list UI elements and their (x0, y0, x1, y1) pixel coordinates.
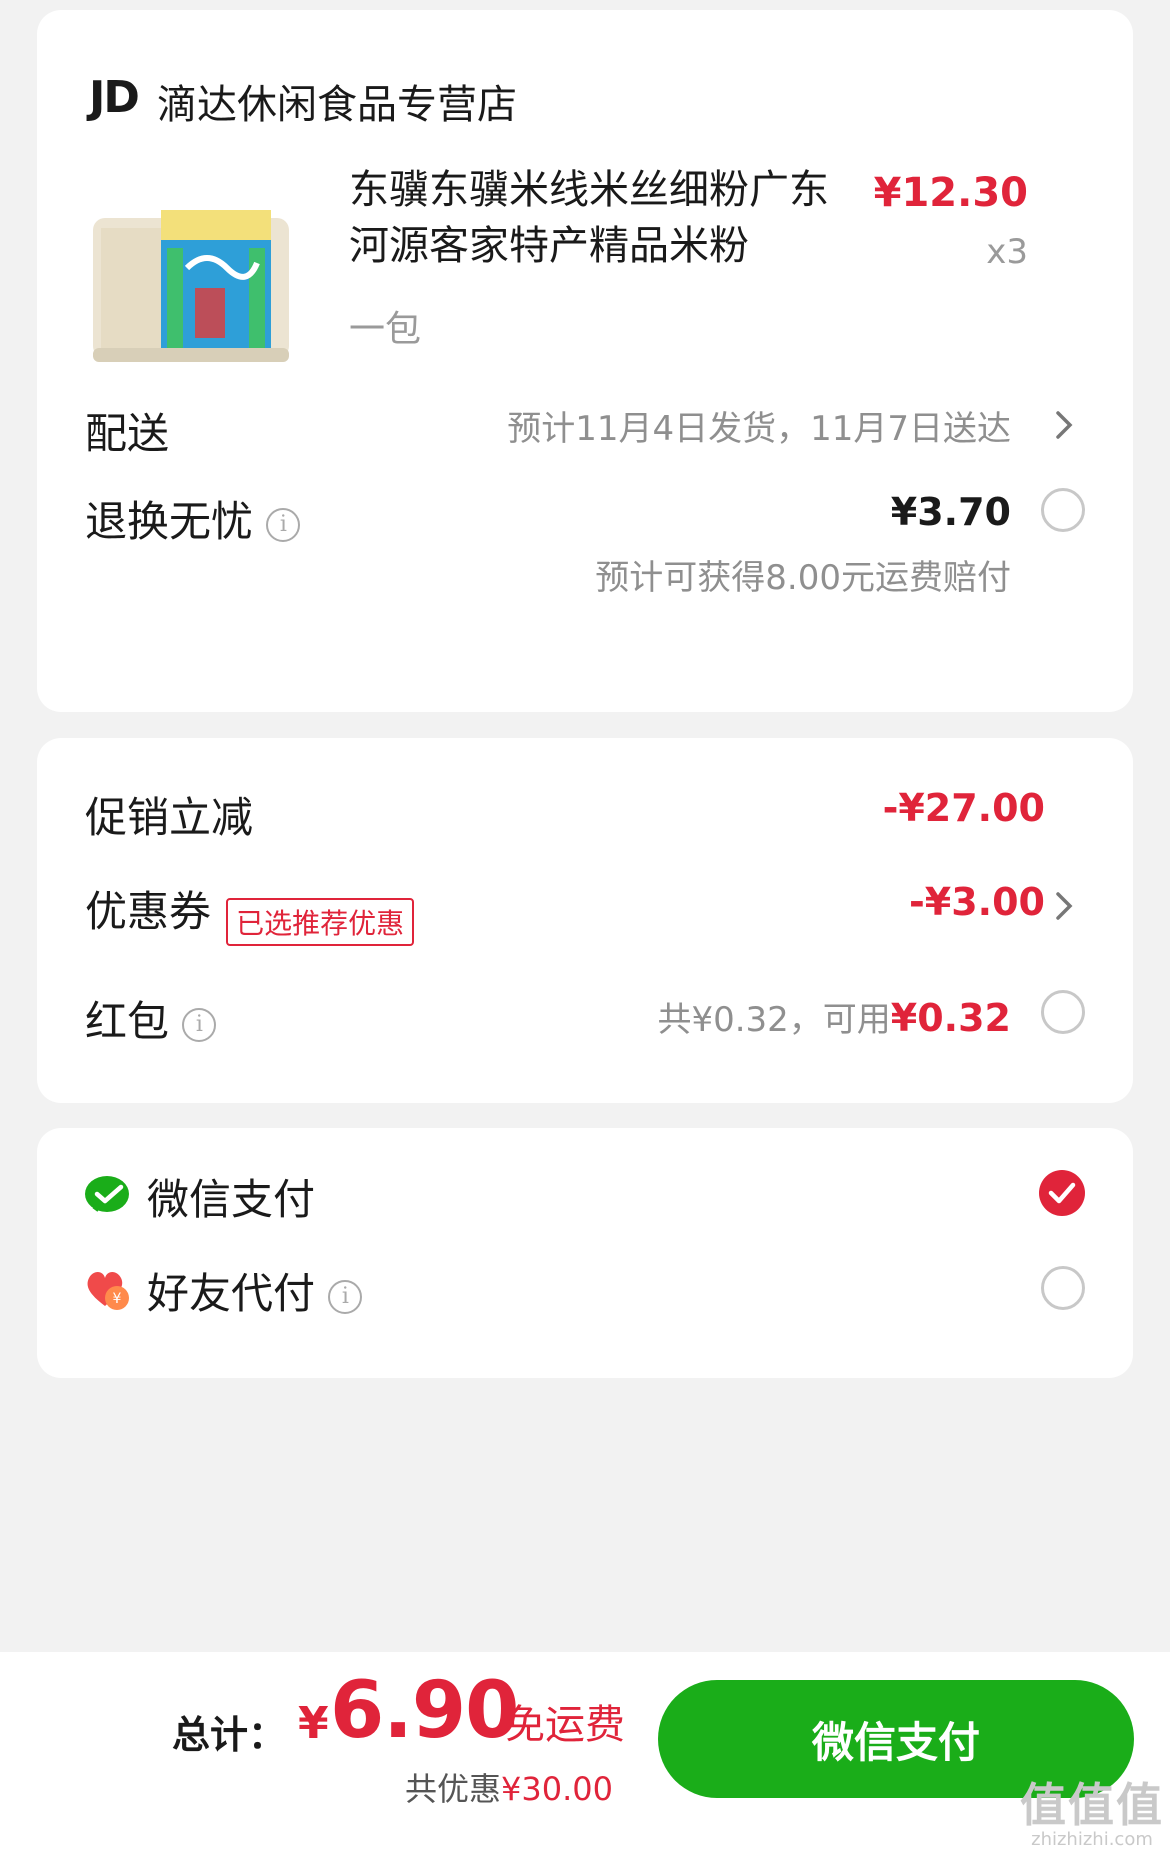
return-service-price: ¥3.70 (890, 490, 1011, 534)
red-packet-radio[interactable] (1041, 990, 1085, 1034)
product-image[interactable] (87, 188, 297, 388)
payment-method-card: 微信支付 ¥ 好友代付 i (37, 1128, 1133, 1378)
red-packet-total: 共¥0.32，可用 (657, 1000, 891, 1040)
friend-pay-label-group: 好友代付 i (147, 1260, 363, 1321)
red-packet-label: 红包 (85, 997, 170, 1046)
payment-option-label: 好友代付 (147, 1269, 316, 1318)
store-name[interactable]: 滴达休闲食品专营店 (157, 72, 517, 130)
discount-card: 促销立减 -¥27.00 优惠券 已选推荐优惠 -¥3.00 红包 i 共¥0.… (37, 738, 1133, 1103)
delivery-label: 配送 (85, 409, 170, 458)
return-service-label: 退换无忧 (85, 497, 254, 546)
jd-logo: JD (89, 72, 140, 123)
delivery-estimate: 预计11月4日发货，11月7日送达 (507, 409, 1011, 449)
return-service-note: 预计可获得8.00元运费赔付 (595, 558, 1011, 598)
product-spec: 一包 (349, 309, 422, 350)
total-amount: 6.90 (330, 1666, 519, 1756)
checkout-bar: 总计： ¥ 6.90 免运费 共优惠¥30.00 微信支付 值值值 zhizhi… (0, 1652, 1170, 1854)
order-card: JD 滴达休闲食品专营店 东骥东骥米线米丝细粉广东河源客家特产精品米粉 一包 ¥… (37, 10, 1133, 712)
savings-prefix: 共优惠 (405, 1770, 502, 1808)
watermark-logo: 值值值 (1020, 1778, 1164, 1832)
chevron-right-icon (1056, 892, 1073, 920)
watermark: 值值值 zhizhizhi.com (1020, 1781, 1164, 1850)
coupon-label: 优惠券 (85, 887, 212, 936)
payment-option-wechat[interactable]: 微信支付 (85, 1164, 1085, 1234)
promotion-row: 促销立减 -¥27.00 (85, 784, 1085, 844)
total-currency: ¥ (298, 1698, 329, 1749)
product-title[interactable]: 东骥东骥米线米丝细粉广东河源客家特产精品米粉 (349, 162, 849, 274)
return-service-label-group: 退换无忧 i (85, 488, 301, 549)
return-service-radio[interactable] (1041, 488, 1085, 532)
info-icon[interactable]: i (266, 507, 301, 542)
friend-pay-heart-icon: ¥ (87, 1272, 129, 1310)
chevron-right-icon (1056, 411, 1073, 439)
watermark-url: zhizhizhi.com (1031, 1829, 1153, 1850)
info-icon[interactable]: i (182, 1007, 217, 1042)
free-shipping-label: 免运费 (505, 1702, 625, 1748)
selected-check-icon[interactable] (1039, 1170, 1085, 1216)
savings-amount: ¥30.00 (501, 1770, 613, 1808)
wechat-pay-icon (85, 1176, 129, 1212)
total-label: 总计： (172, 1713, 287, 1757)
coupon-value: -¥3.00 (909, 880, 1045, 924)
red-packet-available: ¥0.32 (890, 996, 1011, 1040)
info-icon[interactable]: i (328, 1279, 363, 1314)
red-packet-row[interactable]: 红包 i 共¥0.32，可用¥0.32 (85, 986, 1085, 1056)
delivery-row[interactable]: 配送 预计11月4日发货，11月7日送达 (85, 395, 1085, 458)
payment-option-friend[interactable]: ¥ 好友代付 i (85, 1260, 1085, 1330)
coupon-recommended-tag: 已选推荐优惠 (226, 897, 415, 946)
total-savings: 共优惠¥30.00 (405, 1764, 613, 1810)
promotion-value: -¥27.00 (882, 786, 1045, 830)
payment-option-label: 微信支付 (147, 1175, 316, 1224)
red-packet-summary: 共¥0.32，可用¥0.32 (657, 992, 1011, 1041)
product-quantity: x3 (986, 232, 1028, 272)
product-price: ¥12.30 (873, 170, 1028, 216)
promotion-label: 促销立减 (85, 793, 254, 842)
red-packet-label-group: 红包 i (85, 988, 217, 1049)
svg-text:¥: ¥ (113, 1291, 122, 1307)
return-service-row[interactable]: 退换无忧 i ¥3.70 预计可获得8.00元运费赔付 (85, 488, 1085, 608)
friend-pay-radio[interactable] (1041, 1266, 1085, 1310)
coupon-label-group: 优惠券 已选推荐优惠 (85, 878, 415, 946)
coupon-row[interactable]: 优惠券 已选推荐优惠 -¥3.00 (85, 876, 1085, 946)
